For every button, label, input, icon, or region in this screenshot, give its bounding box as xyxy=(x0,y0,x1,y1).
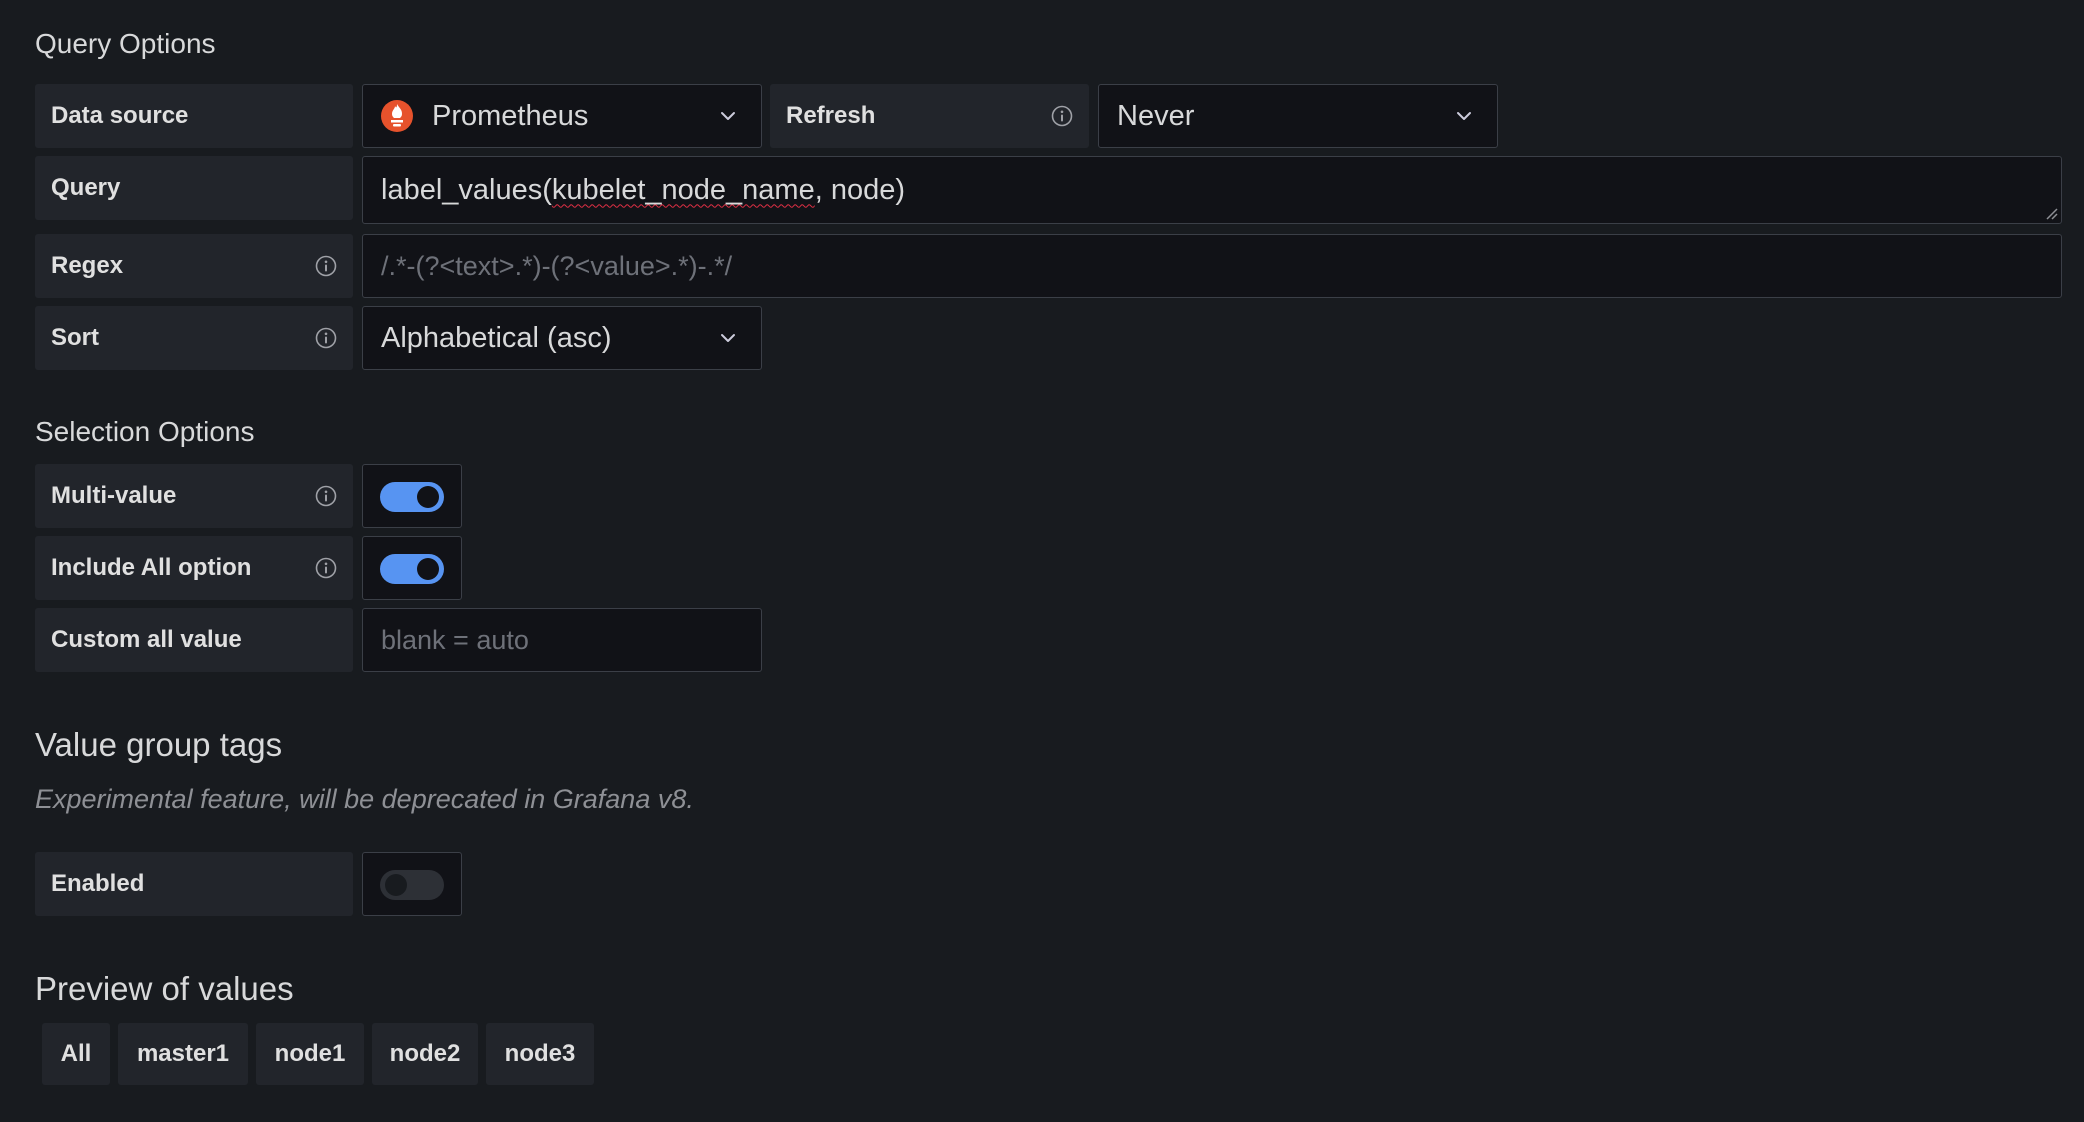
enabled-toggle-container xyxy=(362,852,462,916)
info-icon[interactable] xyxy=(315,255,337,277)
query-value: label_values(kubelet_node_name, node) xyxy=(381,173,906,206)
toggle-knob xyxy=(417,486,439,508)
enabled-toggle[interactable] xyxy=(380,870,444,900)
spellcheck-underline: kubelet_node_name xyxy=(551,173,815,206)
regex-label: Regex xyxy=(35,234,353,298)
regex-input[interactable]: /.*-(?<text>.*)-(?<value>.*)-.*/ xyxy=(362,234,2062,298)
include-all-label: Include All option xyxy=(35,536,353,600)
chevron-down-icon xyxy=(721,334,735,342)
query-textarea[interactable]: label_values(kubelet_node_name, node) xyxy=(362,156,2062,224)
custom-all-value-input[interactable]: blank = auto xyxy=(362,608,762,672)
include-all-label-text: Include All option xyxy=(51,554,252,581)
toggle-knob xyxy=(417,558,439,580)
multi-value-toggle[interactable] xyxy=(380,482,444,512)
query-label: Query xyxy=(35,156,353,220)
data-source-label-text: Data source xyxy=(51,102,189,129)
regex-placeholder: /.*-(?<text>.*)-(?<value>.*)-.*/ xyxy=(381,250,733,281)
refresh-label-text: Refresh xyxy=(786,102,876,129)
prometheus-logo-icon xyxy=(381,100,413,132)
multi-value-label-text: Multi-value xyxy=(51,482,177,509)
preview-title: Preview of values xyxy=(35,970,294,1007)
preview-value-chip: node2 xyxy=(372,1023,478,1085)
custom-all-value-placeholder: blank = auto xyxy=(381,624,529,655)
chevron-down-icon xyxy=(1457,112,1471,120)
query-options-title: Query Options xyxy=(35,28,216,59)
sort-value: Alphabetical (asc) xyxy=(381,321,612,354)
data-source-select[interactable]: Prometheus xyxy=(362,84,762,148)
multi-value-toggle-container xyxy=(362,464,462,528)
info-icon[interactable] xyxy=(315,557,337,579)
data-source-label: Data source xyxy=(35,84,353,148)
custom-all-value-label-text: Custom all value xyxy=(51,626,242,653)
refresh-label: Refresh xyxy=(770,84,1089,148)
include-all-toggle[interactable] xyxy=(380,554,444,584)
sort-label: Sort xyxy=(35,306,353,370)
selection-options-title: Selection Options xyxy=(35,416,255,447)
resize-handle-icon[interactable] xyxy=(2044,206,2058,220)
regex-label-text: Regex xyxy=(51,252,124,279)
custom-all-value-label: Custom all value xyxy=(35,608,353,672)
query-label-text: Query xyxy=(51,174,121,201)
sort-label-text: Sort xyxy=(51,324,99,351)
info-icon[interactable] xyxy=(315,485,337,507)
data-source-value: Prometheus xyxy=(432,99,589,132)
preview-value-chip: All xyxy=(42,1023,110,1085)
value-group-tags-title: Value group tags xyxy=(35,726,283,763)
refresh-select[interactable]: Never xyxy=(1098,84,1498,148)
enabled-label: Enabled xyxy=(35,852,353,916)
info-icon[interactable] xyxy=(1051,105,1073,127)
preview-value-chip: master1 xyxy=(118,1023,248,1085)
chevron-down-icon xyxy=(721,112,735,120)
toggle-knob xyxy=(385,874,407,896)
enabled-label-text: Enabled xyxy=(51,870,145,897)
info-icon[interactable] xyxy=(315,327,337,349)
preview-value-chip: node3 xyxy=(486,1023,594,1085)
refresh-value: Never xyxy=(1117,99,1195,132)
multi-value-label: Multi-value xyxy=(35,464,353,528)
include-all-toggle-container xyxy=(362,536,462,600)
value-group-tags-subtitle: Experimental feature, will be deprecated… xyxy=(35,784,694,814)
preview-value-chip: node1 xyxy=(256,1023,364,1085)
sort-select[interactable]: Alphabetical (asc) xyxy=(362,306,762,370)
